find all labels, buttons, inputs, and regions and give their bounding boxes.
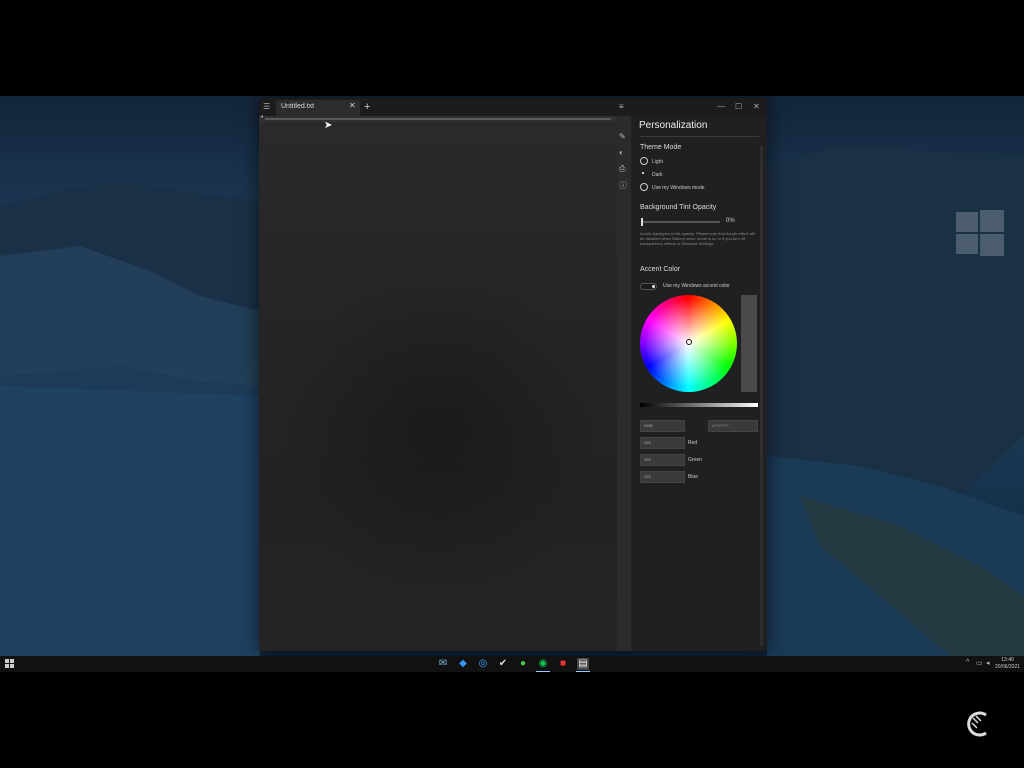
minimize-button[interactable]: —	[717, 98, 725, 116]
printer-icon[interactable]: ⎙	[619, 164, 625, 174]
radio-dark[interactable]	[640, 170, 648, 178]
start-button[interactable]	[5, 659, 15, 669]
color-wheel[interactable]	[640, 295, 737, 392]
tray-chevron-icon[interactable]: ^	[966, 659, 969, 666]
app-red-icon[interactable]: ■	[557, 658, 569, 670]
tab-untitled[interactable]: Untitled.txt ✕	[276, 100, 360, 116]
color-selector-marker[interactable]	[686, 339, 692, 345]
edge-app-icon[interactable]: ◎	[477, 658, 489, 670]
tint-opacity-slider[interactable]	[641, 218, 720, 226]
theme-mode-heading: Theme Mode	[640, 144, 682, 151]
volume-icon[interactable]: ◂	[986, 659, 990, 667]
scroll-left-icon[interactable]: ◂	[260, 113, 263, 120]
radio-light[interactable]	[640, 157, 648, 165]
accent-heading: Accent Color	[640, 266, 681, 273]
horizontal-scrollbar[interactable]: ◂	[259, 113, 617, 122]
radio-windows-mode[interactable]	[640, 183, 648, 191]
mail-app-icon[interactable]: ✉	[437, 658, 449, 670]
divider	[639, 136, 759, 137]
green-input[interactable]: 255	[640, 454, 685, 466]
whatsapp-app-icon[interactable]: ●	[517, 658, 529, 670]
scrollbar-thumb[interactable]	[265, 118, 611, 120]
clock-time: 13:40	[1001, 657, 1014, 663]
personalization-panel: Personalization Theme Mode Light Dark Us…	[631, 116, 767, 651]
tab-close-icon[interactable]: ✕	[349, 101, 356, 110]
brush-icon[interactable]: ✎	[619, 132, 626, 141]
vscode-app-icon[interactable]: ◆	[457, 658, 469, 670]
new-tab-button[interactable]: +	[364, 98, 370, 116]
taskbar: ✉ ◆ ◎ ✔ ● ◉ ■ ▤ ^ ▭ ◂ 13:40 20/06/2021	[0, 656, 1024, 672]
red-input[interactable]: 255	[640, 437, 685, 449]
acrylic-backdrop	[279, 266, 599, 596]
mouse-pointer-icon: ➤	[324, 120, 333, 131]
notepads-window: ☰ Untitled.txt ✕ + — ☐ ✕ ◂ ≡ ✎ ◐ ⎙ ⓘ Per…	[259, 98, 767, 651]
windows-logo-icon	[956, 210, 1004, 258]
color-preview-bar	[741, 295, 757, 392]
hamburger-icon[interactable]: ≡	[619, 102, 624, 111]
red-label: Red	[688, 440, 698, 446]
clock-date: 20/06/2021	[995, 664, 1021, 670]
running-indicator	[576, 671, 590, 672]
spotify-app-icon[interactable]: ◉	[537, 658, 549, 670]
running-indicator	[536, 671, 550, 672]
watermark-logo-icon	[967, 711, 987, 737]
blue-label: Blue	[688, 474, 699, 480]
color-model-dropdown[interactable]: RGB	[640, 420, 685, 432]
toggle-knob	[652, 285, 655, 288]
tab-label: Untitled.txt	[281, 103, 315, 110]
toggle-label: Use my Windows accent color	[663, 283, 730, 289]
panel-title: Personalization	[639, 120, 708, 131]
slider-thumb[interactable]	[641, 218, 643, 226]
brightness-slider[interactable]	[640, 403, 758, 407]
menu-icon[interactable]: ☰	[263, 98, 270, 116]
palette-icon[interactable]: ◐	[619, 148, 624, 157]
windows-accent-toggle[interactable]	[640, 283, 657, 290]
green-label: Green	[688, 457, 702, 463]
radio-label-dark: Dark	[652, 172, 663, 178]
settings-icon-rail: ≡ ✎ ◐ ⎙ ⓘ	[617, 102, 631, 651]
info-icon[interactable]: ⓘ	[619, 180, 627, 191]
todo-app-icon[interactable]: ✔	[497, 658, 509, 670]
maximize-button[interactable]: ☐	[735, 98, 742, 116]
radio-label-windows-mode: Use my Windows mode	[652, 185, 705, 191]
hex-input[interactable]: #FFFFFF	[708, 420, 758, 432]
panel-scrollbar[interactable]	[760, 146, 763, 646]
radio-label-light: Light	[652, 159, 663, 165]
notepads-app-icon[interactable]: ▤	[577, 658, 589, 670]
network-icon[interactable]: ▭	[976, 659, 983, 667]
close-button[interactable]: ✕	[753, 98, 760, 116]
taskbar-clock[interactable]: 13:40 20/06/2021	[995, 657, 1020, 671]
tint-description: Acrylic background tint opacity. Please …	[640, 231, 756, 246]
tint-heading: Background Tint Opacity	[640, 204, 717, 211]
text-editor[interactable]	[259, 116, 617, 651]
title-bar[interactable]: ☰ Untitled.txt ✕ + — ☐ ✕	[259, 98, 767, 116]
blue-input[interactable]: 255	[640, 471, 685, 483]
tint-value: 0%	[726, 218, 735, 224]
